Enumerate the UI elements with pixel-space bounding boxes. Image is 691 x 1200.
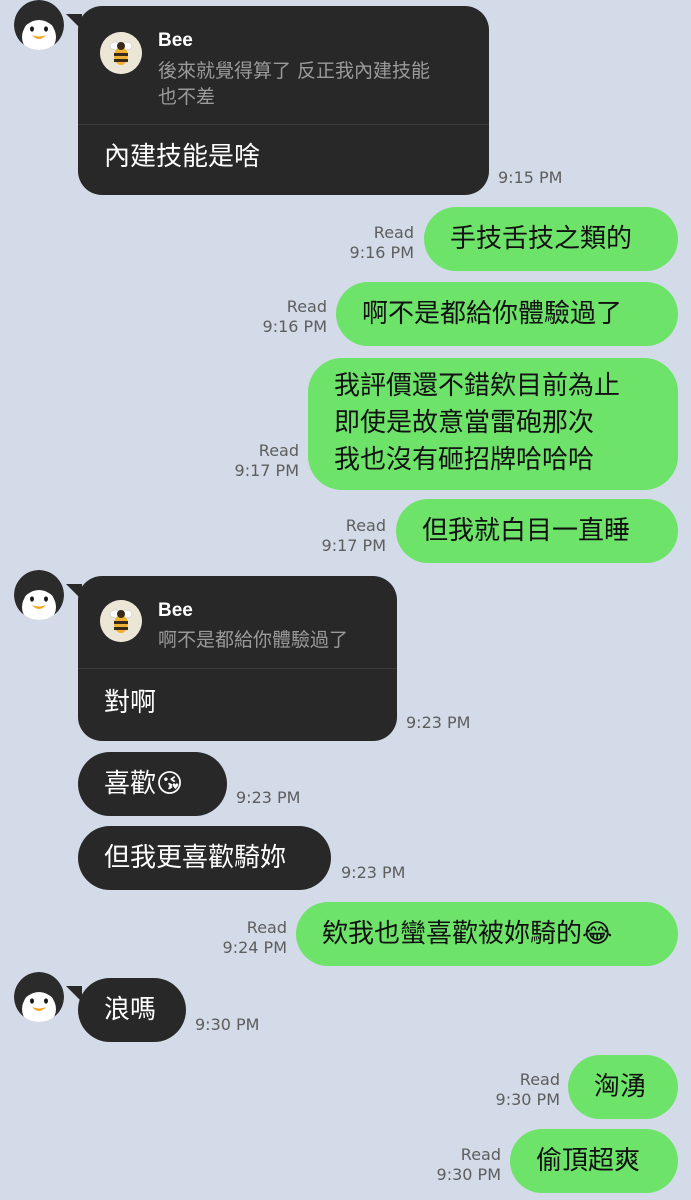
laughing-emoji-icon: 😂: [582, 919, 613, 949]
message-text: 浪嗎: [104, 995, 157, 1025]
bubble-tail: [66, 986, 82, 1002]
message-meta: Read 9:30 PM: [424, 1145, 501, 1185]
message-text: 但我更喜歡騎妳: [104, 843, 287, 873]
read-status: Read: [286, 297, 327, 316]
bee-icon: [100, 600, 142, 642]
message-bubble[interactable]: 啊不是都給你體驗過了: [336, 282, 678, 346]
message-meta: Read 9:24 PM: [210, 918, 287, 958]
message-time: 9:30 PM: [195, 1015, 260, 1034]
message-time: 9:17 PM: [234, 461, 299, 480]
message-text: 喜歡😘: [104, 769, 184, 799]
message-bubble[interactable]: 偷頂超爽: [510, 1129, 678, 1193]
message-text: 洶湧: [594, 1072, 647, 1102]
reply-quote-text: 後來就覺得算了 反正我內建技能 也不差: [158, 60, 431, 108]
message-text: 但我就白目一直睡: [422, 516, 631, 546]
message-bubble[interactable]: 但我更喜歡騎妳: [78, 826, 331, 890]
reply-preview[interactable]: Bee 後來就覺得算了 反正我內建技能 也不差: [78, 6, 489, 125]
message-text: 內建技能是啥: [104, 142, 261, 172]
read-status: Read: [246, 918, 287, 937]
reply-sender-name: Bee: [158, 30, 193, 51]
message-text: 啊不是都給你體驗過了: [362, 299, 623, 329]
message-time: 9:16 PM: [349, 243, 414, 262]
message-text: 手技舌技之類的: [450, 224, 633, 254]
message-text: 欸我也蠻喜歡被妳騎的😂: [322, 919, 613, 949]
message-bubble[interactable]: 喜歡😘: [78, 752, 227, 816]
message-meta: Read 9:17 PM: [226, 441, 299, 481]
read-status: Read: [345, 516, 386, 535]
message-text: 偷頂超爽: [536, 1146, 641, 1176]
reply-sender-name: Bee: [158, 600, 193, 621]
message-bubble[interactable]: Bee 啊不是都給你體驗過了 對啊: [66, 576, 397, 741]
message-meta: Read 9:16 PM: [252, 297, 327, 337]
read-status: Read: [519, 1070, 560, 1089]
message-time: 9:23 PM: [236, 788, 301, 807]
message-time: 9:24 PM: [222, 938, 287, 957]
reply-quote-text: 啊不是都給你體驗過了: [158, 629, 349, 651]
message-meta: Read 9:17 PM: [313, 516, 386, 556]
reply-preview[interactable]: Bee 啊不是都給你體驗過了: [78, 576, 397, 669]
chat-screen: { "chat": { "messages": [ {"id": 1, "dir…: [0, 0, 691, 1200]
kiss-emoji-icon: 😘: [156, 769, 184, 799]
message-meta: Read 9:16 PM: [340, 223, 414, 263]
message-bubble[interactable]: 欸我也蠻喜歡被妳騎的😂: [296, 902, 678, 966]
read-status: Read: [460, 1145, 501, 1164]
message-time: 9:16 PM: [262, 317, 327, 336]
message-bubble[interactable]: 但我就白目一直睡: [396, 499, 678, 563]
message-text: 對啊: [104, 688, 157, 718]
message-time: 9:17 PM: [321, 536, 386, 555]
read-status: Read: [373, 223, 414, 242]
penguin-avatar-icon[interactable]: [14, 0, 64, 50]
message-bubble[interactable]: Bee 後來就覺得算了 反正我內建技能 也不差 內建技能是啥: [66, 6, 489, 195]
penguin-avatar-icon[interactable]: [14, 570, 64, 620]
message-bubble[interactable]: 手技舌技之類的: [424, 207, 678, 271]
read-status: Read: [258, 441, 299, 460]
message-time: 9:23 PM: [406, 713, 471, 732]
message-bubble[interactable]: 洶湧: [568, 1055, 678, 1119]
penguin-avatar-icon[interactable]: [14, 972, 64, 1022]
message-meta: Read 9:30 PM: [482, 1070, 560, 1110]
message-text: 我評價還不錯欸目前為止 即使是故意當雷砲那次 我也沒有砸招牌哈哈哈: [334, 371, 621, 475]
message-bubble[interactable]: 浪嗎: [66, 978, 186, 1042]
message-time: 9:30 PM: [495, 1090, 560, 1109]
message-time: 9:30 PM: [436, 1165, 501, 1184]
message-bubble[interactable]: 我評價還不錯欸目前為止 即使是故意當雷砲那次 我也沒有砸招牌哈哈哈: [308, 358, 678, 490]
message-time: 9:15 PM: [498, 168, 563, 187]
message-time: 9:23 PM: [341, 863, 406, 882]
bee-icon: [100, 32, 142, 74]
